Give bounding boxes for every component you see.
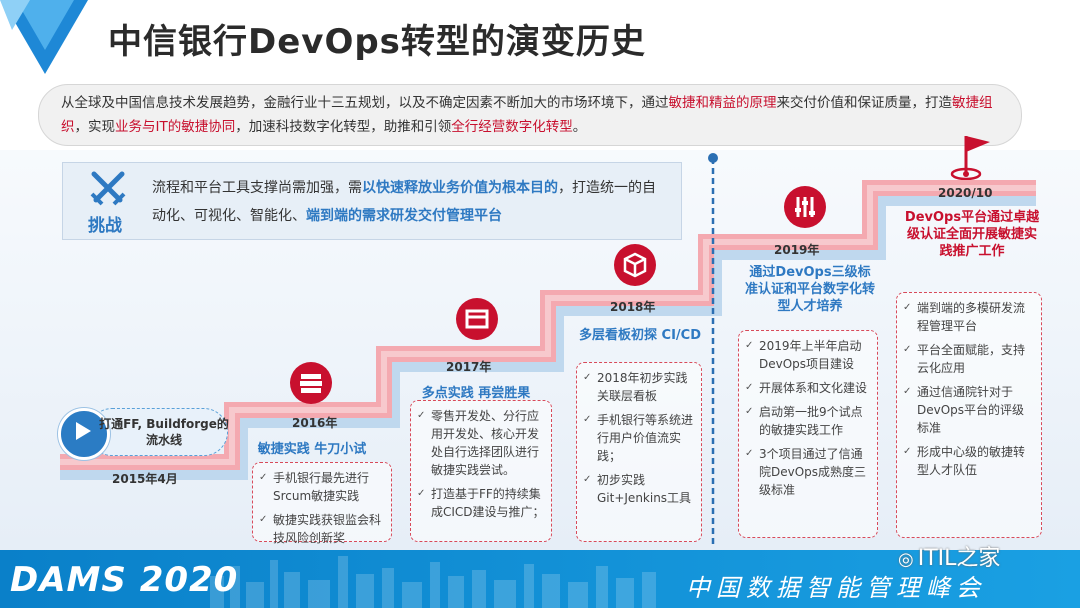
stage-2015-desc: 打通FF, Buildforge的流水线 [99, 417, 229, 447]
equalizer-icon [784, 186, 826, 228]
list-item: 启动第一批9个试点的敏捷实践工作 [745, 403, 871, 439]
list-item: 开展体系和文化建设 [745, 379, 871, 397]
challenge-highlight: 端到端的需求研发交付管理平台 [306, 208, 502, 224]
flag-icon [950, 136, 990, 180]
list-item: 通过信通院针对于DevOps平台的评级标准 [903, 383, 1035, 437]
stage-2016-list: 手机银行最先进行Srcum敏捷实践 敏捷实践获银监会科技风险创新奖 [252, 462, 392, 545]
swords-icon [90, 171, 126, 206]
stage-2020-title: DevOps平台通过卓越级认证全面开展敏捷实践推广工作 [904, 210, 1040, 259]
challenge-title: 挑战 [88, 216, 122, 236]
books-icon [290, 362, 332, 404]
list-item: 平台全面赋能，支持云化应用 [903, 341, 1035, 377]
challenge-text: 流程和平台工具支撑尚需加强，需以快速释放业务价值为根本目的，打造统一的自动化、可… [152, 174, 664, 230]
list-item: 3个项目通过了信通院DevOps成熟度三级标准 [745, 445, 871, 499]
stage-2016-year: 2016年 [292, 416, 338, 430]
wechat-icon: ◎ [898, 549, 914, 570]
stage-2020-year: 2020/10 [938, 186, 993, 200]
challenge-text-part: 流程和平台工具支撑尚需加强，需 [152, 180, 362, 196]
list-item: 手机银行等系统进行用户价值流实践； [583, 411, 695, 465]
list-item: 2019年上半年启动DevOps项目建设 [745, 337, 871, 373]
list-item: 初步实践Git+Jenkins工具 [583, 471, 695, 507]
challenge-highlight: 以快速释放业务价值为根本目的 [362, 180, 558, 196]
stage-2016-title: 敏捷实践 牛刀小试 [257, 442, 367, 457]
list-item: 打造基于FF的持续集成CICD建设与推广； [417, 485, 545, 521]
stage-2019-list: 2019年上半年启动DevOps项目建设 开展体系和文化建设 启动第一批9个试点… [738, 330, 878, 538]
list-item: 2018年初步实践关联层看板 [583, 369, 695, 405]
dams-logo: DAMS 2020 [10, 560, 239, 600]
stage-2018-title: 多层看板初探 CI/CD [579, 328, 701, 343]
watermark-text: ITIL之家 [917, 546, 1001, 571]
stage-2015-year: 2015年4月 [112, 472, 178, 486]
list-item: 形成中心级的敏捷转型人才队伍 [903, 443, 1035, 479]
stage-2019-year: 2019年 [774, 243, 820, 257]
list-item: 手机银行最先进行Srcum敏捷实践 [259, 469, 385, 505]
stage-2018-list: 2018年初步实践关联层看板 手机银行等系统进行用户价值流实践； 初步实践Git… [576, 362, 702, 542]
list-item: 零售开发处、分行应用开发处、核心开发处自行选择团队进行敏捷实践尝试。 [417, 407, 545, 479]
list-item: 敏捷实践获银监会科技风险创新奖 [259, 511, 385, 547]
stage-2017-year: 2017年 [446, 360, 492, 374]
stage-2018-year: 2018年 [610, 300, 656, 314]
list-item: 端到端的多模研发流程管理平台 [903, 299, 1035, 335]
stage-2020-list: 端到端的多模研发流程管理平台 平台全面赋能，支持云化应用 通过信通院针对于Dev… [896, 292, 1042, 538]
stage-2019-title: 通过DevOps三级标准认证和平台数字化转型人才培养 [744, 265, 875, 314]
stage-2017-title: 多点实践 再尝胜果 [421, 386, 531, 401]
stage-2017-list: 零售开发处、分行应用开发处、核心开发处自行选择团队进行敏捷实践尝试。 打造基于F… [410, 400, 552, 542]
archive-box-icon [456, 298, 498, 340]
watermark: ◎ ITIL之家 [898, 540, 1000, 572]
conference-name: 中国数据智能管理峰会 [686, 574, 986, 602]
city-skyline-icon [210, 556, 656, 608]
cube-icon [614, 244, 656, 286]
